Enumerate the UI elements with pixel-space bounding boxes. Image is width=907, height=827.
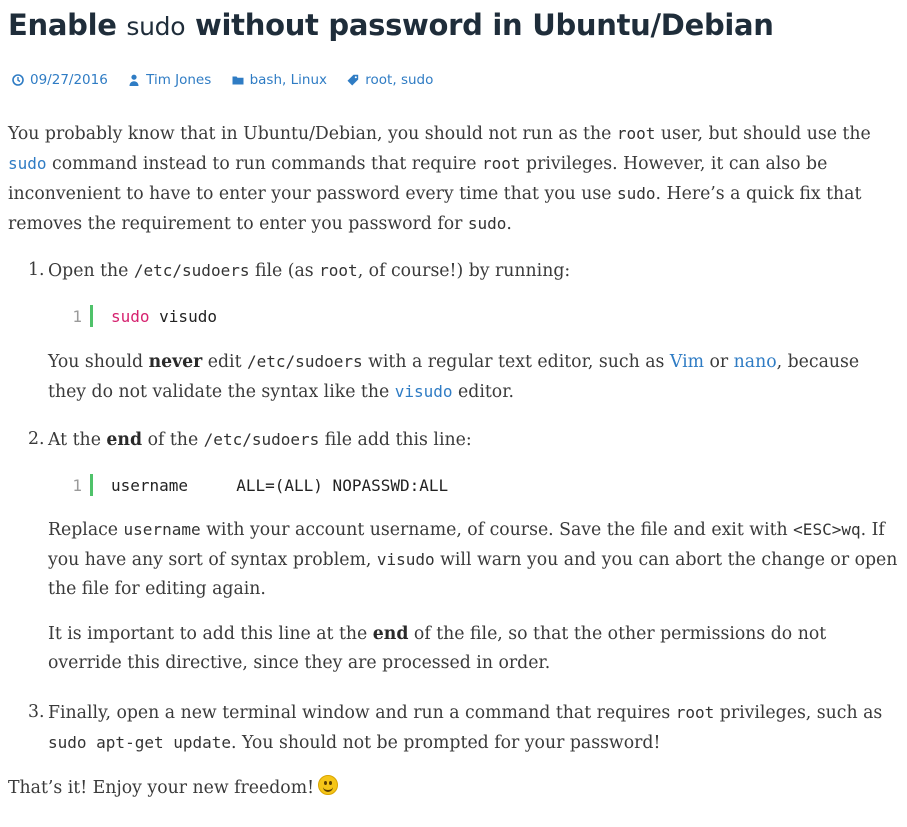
step-number: 1. xyxy=(28,260,45,280)
code-args: visudo xyxy=(149,306,217,326)
emphasis-end: end xyxy=(106,430,143,450)
step-number: 2. xyxy=(28,429,45,449)
meta-tags: root, sudo xyxy=(347,72,433,88)
code-root: root xyxy=(675,703,715,722)
meta-author[interactable]: Tim Jones xyxy=(128,72,211,88)
intro-text: . xyxy=(506,214,512,234)
line-number: 1 xyxy=(72,475,82,495)
note-text: with your account username, of course. S… xyxy=(200,520,794,540)
note-text: editor. xyxy=(452,382,515,402)
step-number: 3. xyxy=(28,702,45,722)
smiley-icon xyxy=(318,775,339,795)
note-text: with a regular text editor, such as xyxy=(362,352,670,372)
note-text: You should xyxy=(48,352,149,372)
clock-icon xyxy=(12,74,24,86)
intro-text: command instead to run commands that req… xyxy=(46,154,482,174)
code-visudo: visudo xyxy=(376,550,435,569)
step-text: At the xyxy=(48,430,107,450)
meta-date[interactable]: 09/27/2016 xyxy=(12,72,108,88)
vim-link[interactable]: Vim xyxy=(670,352,704,372)
author-link[interactable]: Tim Jones xyxy=(146,72,211,88)
outro-paragraph: That’s it! Enjoy your new freedom! xyxy=(8,774,898,803)
step2-text: At the end of the /etc/sudoers file add … xyxy=(48,425,898,455)
code-username: username xyxy=(123,520,201,539)
intro-paragraph: You probably know that in Ubuntu/Debian,… xyxy=(8,119,898,239)
tag-link-root[interactable]: root xyxy=(365,72,392,88)
code-line: sudo visudo xyxy=(111,307,217,326)
step3-text: Finally, open a new terminal window and … xyxy=(48,698,898,758)
user-icon xyxy=(129,74,139,86)
code-keyword: sudo xyxy=(111,306,150,326)
title-text: Enable xyxy=(8,8,127,42)
code-root: root xyxy=(482,154,521,173)
post-meta: 09/27/2016 Tim Jones bash, Linux root, s… xyxy=(12,72,449,90)
code-sudoers: /etc/sudoers xyxy=(203,430,320,449)
code-root: root xyxy=(616,124,656,143)
step-text: , of course!) by running: xyxy=(357,261,571,281)
code-sudo: sudo xyxy=(617,184,656,203)
step-text: . You should not be prompted for your pa… xyxy=(231,733,661,753)
step1-text: Open the /etc/sudoers file (as root, of … xyxy=(48,256,898,286)
folder-icon xyxy=(232,76,244,85)
code-block-sudoers-line: 1 username ALL=(ALL) NOPASSWD:ALL xyxy=(68,471,448,499)
code-sudo: sudo xyxy=(467,214,507,233)
code-sudoers: /etc/sudoers xyxy=(133,261,250,280)
nano-link[interactable]: nano xyxy=(734,352,777,372)
step-text: file (as xyxy=(249,261,320,281)
meta-sep: , xyxy=(282,72,291,88)
outro-text: That’s it! Enjoy your new freedom! xyxy=(8,778,315,798)
tag-link-sudo[interactable]: sudo xyxy=(401,72,433,88)
page-title: Enable sudo without password in Ubuntu/D… xyxy=(8,8,774,42)
code-gutter xyxy=(90,474,93,496)
title-text-end: without password in Ubuntu/Debian xyxy=(185,8,774,42)
emphasis-end: end xyxy=(372,624,409,644)
sudo-link[interactable]: sudo xyxy=(8,154,47,173)
code-apt-get-update: sudo apt-get update xyxy=(48,733,232,752)
category-link-linux[interactable]: Linux xyxy=(291,72,327,88)
meta-sep: , xyxy=(392,72,401,88)
step-text: privileges, such as xyxy=(714,703,883,723)
intro-text: user, but should use the xyxy=(655,124,871,144)
code-block-visudo: 1 sudo visudo xyxy=(68,302,217,330)
step-text: of the xyxy=(142,430,204,450)
note-text: or xyxy=(703,352,734,372)
title-code: sudo xyxy=(126,12,186,41)
code-line: username ALL=(ALL) NOPASSWD:ALL xyxy=(111,475,449,495)
step1-note: You should never edit /etc/sudoers with … xyxy=(48,347,898,407)
emphasis-never: never xyxy=(148,352,203,372)
meta-categories: bash, Linux xyxy=(232,72,327,88)
step2-important-note: It is important to add this line at the … xyxy=(48,620,898,678)
date-link[interactable]: 09/27/2016 xyxy=(30,72,108,88)
line-number: 1 xyxy=(72,306,82,326)
tag-icon xyxy=(347,74,359,86)
step-text: Finally, open a new terminal window and … xyxy=(48,703,676,723)
code-esc-wq: <ESC>wq xyxy=(793,520,861,539)
step-text: file add this line: xyxy=(319,430,472,450)
code-root: root xyxy=(319,261,358,280)
step2-replace-note: Replace username with your account usern… xyxy=(48,515,898,604)
note-text: edit xyxy=(202,352,248,372)
category-link-bash[interactable]: bash xyxy=(250,72,282,88)
intro-text: You probably know that in Ubuntu/Debian,… xyxy=(8,124,617,144)
note-text: It is important to add this line at the xyxy=(48,624,373,644)
visudo-link[interactable]: visudo xyxy=(395,382,453,401)
step-text: Open the xyxy=(48,261,134,281)
note-text: Replace xyxy=(48,520,124,540)
code-gutter xyxy=(90,305,93,327)
code-sudoers: /etc/sudoers xyxy=(247,352,363,371)
